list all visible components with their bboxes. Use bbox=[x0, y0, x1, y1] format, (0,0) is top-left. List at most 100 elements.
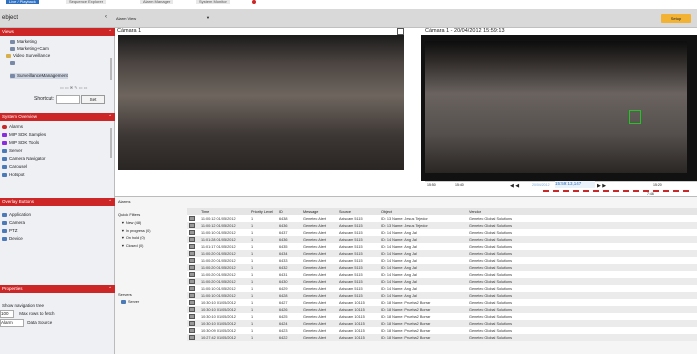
close-tab-icon[interactable] bbox=[252, 0, 256, 4]
overview-item-camera-navigator[interactable]: Camera Navigator bbox=[2, 156, 46, 162]
collapse-up-icon[interactable]: ⌃ bbox=[108, 28, 112, 36]
view-select[interactable]: Alarm View bbox=[116, 16, 136, 21]
collapse-up-icon[interactable]: ⌃ bbox=[108, 113, 112, 121]
table-cell: 1 bbox=[251, 272, 254, 277]
view-item-marketing[interactable]: Marketing bbox=[10, 39, 37, 45]
collapse-up-icon[interactable]: ⌃ bbox=[108, 198, 112, 206]
table-row[interactable]: 11:01:17 01/05/2012 1 6435 Genetec Alert Axi… bbox=[187, 243, 697, 250]
filter-label: Closed (0) bbox=[125, 243, 144, 248]
table-row[interactable]: 11:01:28 01/05/2012 1 6436 Genetec Alert Axi… bbox=[187, 236, 697, 243]
overview-item-mip-sdk-tools[interactable]: MIP SDK Tools bbox=[2, 140, 39, 146]
camera1-video[interactable] bbox=[118, 35, 404, 170]
view-item-blank[interactable] bbox=[10, 60, 17, 66]
table-row[interactable]: 10:30:10 01/05/2012 1 6425 Genetec Alert Axi… bbox=[187, 313, 697, 320]
column-header-message[interactable]: Message bbox=[301, 208, 337, 215]
table-row[interactable]: 11:00:10 01/05/2012 1 6437 Genetec Alert Axi… bbox=[187, 229, 697, 236]
column-header-object[interactable]: Object bbox=[379, 208, 467, 215]
filter-new[interactable]: ▼ New (48) bbox=[121, 220, 151, 228]
shortcut-input[interactable] bbox=[56, 95, 80, 104]
view-label: Marketing+Cam bbox=[17, 46, 49, 51]
server-icon bbox=[2, 148, 7, 153]
folder-icon bbox=[6, 53, 11, 58]
table-cell: Axiscam 5115 bbox=[339, 286, 363, 291]
system-overview-header[interactable]: System Overview ⌃ bbox=[0, 113, 115, 121]
overview-item-alarms[interactable]: Alarms bbox=[2, 124, 23, 130]
next-frame-icon[interactable]: ▶ ▶ bbox=[597, 183, 606, 189]
table-row[interactable]: 11:00:12 01/05/2012 1 6438 Genetec Alert Axi… bbox=[187, 215, 697, 222]
collapse-up-icon[interactable]: ⌃ bbox=[108, 285, 112, 293]
overview-item-server[interactable]: Server bbox=[2, 148, 22, 154]
table-cell: 6437 bbox=[279, 230, 288, 235]
table-row[interactable]: 10:30:10 01/05/2012 1 6427 Genetec Alert Axi… bbox=[187, 299, 697, 306]
table-row[interactable]: 10:30:10 01/05/2012 1 6424 Genetec Alert Axi… bbox=[187, 320, 697, 327]
properties-header[interactable]: Properties ⌃ bbox=[0, 285, 115, 293]
tab-system-monitor[interactable]: System Monitor bbox=[196, 0, 230, 4]
table-row[interactable]: 10:30:10 01/05/2012 1 6426 Genetec Alert Axi… bbox=[187, 306, 697, 313]
overview-item-mip-sdk-samples[interactable]: MIP SDK Samples bbox=[2, 132, 46, 138]
table-row[interactable]: 11:00:10 01/05/2012 1 6429 Genetec Alert Axi… bbox=[187, 285, 697, 292]
column-header-vendor[interactable]: Vendor bbox=[467, 208, 697, 215]
overlay-buttons-header[interactable]: Overlay Buttons ⌃ bbox=[0, 198, 115, 206]
filter-closed[interactable]: ▼ Closed (0) bbox=[121, 243, 151, 251]
ptz-icon bbox=[2, 228, 7, 233]
data-source-select[interactable]: Alarm bbox=[0, 319, 24, 327]
tab-live-playback[interactable]: Live / Playback bbox=[6, 0, 39, 4]
overlay-item-camera[interactable]: Camera bbox=[2, 220, 25, 226]
device-icon bbox=[2, 236, 7, 241]
table-cell: 1 bbox=[251, 314, 254, 319]
column-header-id[interactable]: ID bbox=[277, 208, 301, 215]
overview-item-hotspot[interactable]: Hotspot bbox=[2, 172, 25, 178]
table-row[interactable]: 11:00:20 01/05/2012 1 6431 Genetec Alert Axi… bbox=[187, 271, 697, 278]
table-cell: 6435 bbox=[279, 244, 288, 249]
table-row[interactable]: 11:00:10 01/05/2012 1 6428 Genetec Alert Axi… bbox=[187, 292, 697, 299]
set-button[interactable]: Set bbox=[81, 95, 105, 104]
server-item[interactable]: Server bbox=[121, 300, 139, 304]
filter-in-progress[interactable]: ▼ In progress (0) bbox=[121, 228, 151, 236]
view-group-video-surveillance[interactable]: Video Surveillance bbox=[6, 53, 50, 59]
overview-item-carousel[interactable]: Carousel bbox=[2, 164, 27, 170]
overlay-item-ptz[interactable]: PTZ bbox=[2, 228, 18, 234]
collapse-left-icon[interactable]: ‹ bbox=[105, 14, 107, 20]
show-navigation-tree-option[interactable]: Show navigation tree bbox=[2, 303, 44, 309]
overlay-item-application[interactable]: Application bbox=[2, 212, 31, 218]
table-cell: Genetec Alert bbox=[303, 251, 327, 256]
chevron-down-icon[interactable]: ▼ bbox=[206, 15, 210, 20]
camera2-video[interactable] bbox=[425, 41, 687, 173]
table-cell: Genetec Global Solutions bbox=[469, 216, 513, 221]
table-row[interactable]: 11:00:20 01/05/2012 1 6434 Genetec Alert Axi… bbox=[187, 250, 697, 257]
overlay-item-device[interactable]: Device bbox=[2, 236, 23, 242]
table-row[interactable]: 10:27:42 01/05/2012 1 6422 Genetec Alert Axi… bbox=[187, 334, 697, 341]
tab-sequence-explorer[interactable]: Sequence Explorer bbox=[66, 0, 107, 4]
filter-on-hold[interactable]: ▼ On hold (0) bbox=[121, 235, 151, 243]
view-toolbar-icons[interactable]: ▭ ▭ ✖ ✎ ▭ ▭ bbox=[60, 85, 87, 90]
table-row[interactable]: 11:00:12 01/05/2012 1 6436 Genetec Alert Axi… bbox=[187, 222, 697, 229]
column-header-priority[interactable]: Priority Level bbox=[249, 208, 277, 215]
column-header-time[interactable]: Time bbox=[199, 208, 249, 215]
column-header-source[interactable]: Source bbox=[337, 208, 379, 215]
view-item-marketing-cam[interactable]: Marketing+Cam bbox=[10, 46, 49, 52]
view-item-surveillance-management[interactable]: SurveillanceManagement bbox=[10, 73, 68, 79]
table-row[interactable]: 10:30:09 01/05/2012 1 6423 Genetec Alert Axi… bbox=[187, 327, 697, 334]
tab-alarm-manager[interactable]: Alarm Manager bbox=[140, 0, 174, 4]
table-row[interactable]: 11:00:20 01/05/2012 1 6430 Genetec Alert Axi… bbox=[187, 278, 697, 285]
views-header[interactable]: Views ⌃ bbox=[0, 28, 115, 36]
table-cell: ID: 18 Name: Prueba2 Borrar bbox=[381, 314, 431, 319]
table-cell: 11:00:20 01/05/2012 bbox=[201, 272, 236, 277]
max-rows-input[interactable]: 100 bbox=[0, 310, 14, 318]
previous-frame-icon[interactable]: ◀ ◀ bbox=[510, 183, 519, 189]
table-cell: ID: 14 Name: Ang Jal bbox=[381, 251, 417, 256]
table-cell: 10:27:42 01/05/2012 bbox=[201, 335, 236, 340]
table-cell: Genetec Alert bbox=[303, 300, 327, 305]
views-scrollbar[interactable] bbox=[110, 58, 112, 80]
overview-scrollbar[interactable] bbox=[110, 128, 112, 158]
playback-timeline[interactable]: 15:50 15:40 ◀ ◀ 20/04/2012 15:59:13,147 … bbox=[425, 181, 697, 196]
table-cell: 6423 bbox=[279, 328, 288, 333]
camera-icon bbox=[2, 220, 7, 225]
setup-button[interactable]: Setup bbox=[661, 14, 691, 23]
table-cell: Axiscam 5115 bbox=[339, 251, 363, 256]
table-row[interactable]: 11:00:20 01/05/2012 1 6433 Genetec Alert Axi… bbox=[187, 257, 697, 264]
maximize-icon[interactable] bbox=[397, 28, 404, 35]
table-row[interactable]: 11:00:20 01/05/2012 1 6432 Genetec Alert Axi… bbox=[187, 264, 697, 271]
row-snapshot-icon bbox=[187, 285, 199, 292]
table-cell: Genetec Global Solutions bbox=[469, 293, 513, 298]
